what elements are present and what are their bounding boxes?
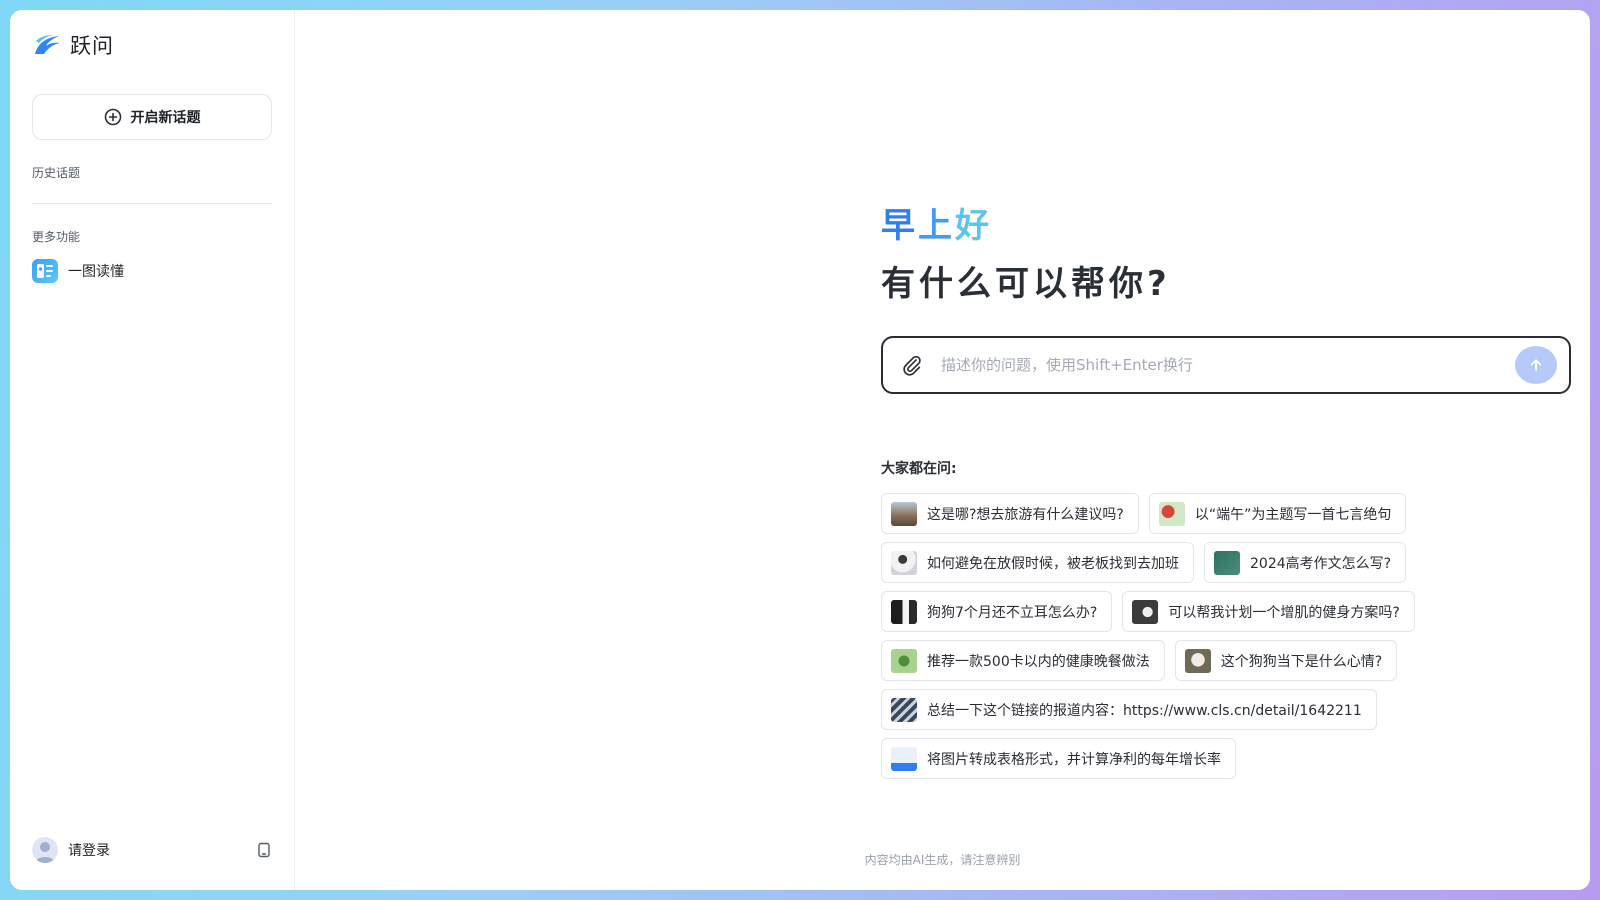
send-button[interactable] — [1515, 346, 1557, 384]
greeting-char: 早 — [881, 206, 918, 246]
sidebar: 跃问 开启新话题 历史话题 更多功能 一图读懂 请登录 — [10, 10, 295, 890]
suggestion-row: 将图片转成表格形式，并计算净利的每年增长率 — [881, 738, 1581, 779]
suggestion-list: 这是哪?想去旅游有什么建议吗? 以“端午”为主题写一首七言绝句 如何避免在放假时… — [881, 493, 1581, 787]
suggestion-chip[interactable]: 2024高考作文怎么写? — [1204, 542, 1407, 583]
suggestion-chip[interactable]: 推荐一款500卡以内的健康晚餐做法 — [881, 640, 1165, 681]
suggestion-chip[interactable]: 总结一下这个链接的报道内容：https://www.cls.cn/detail/… — [881, 689, 1377, 730]
suggestion-row: 狗狗7个月还不立耳怎么办? 可以帮我计划一个增肌的健身方案吗? — [881, 591, 1581, 632]
avatar-icon — [32, 837, 58, 863]
suggestion-chip[interactable]: 如何避免在放假时候，被老板找到去加班 — [881, 542, 1194, 583]
suggestion-text: 推荐一款500卡以内的健康晚餐做法 — [927, 653, 1150, 670]
chat-input-box — [881, 336, 1571, 394]
suggestion-row: 如何避免在放假时候，被老板找到去加班 2024高考作文怎么写? — [881, 542, 1581, 583]
suggestion-text: 这个狗狗当下是什么心情? — [1220, 653, 1383, 670]
app-name: 跃问 — [70, 34, 114, 58]
suggestion-chip[interactable]: 将图片转成表格形式，并计算净利的每年增长率 — [881, 738, 1236, 779]
mobile-device-icon[interactable] — [256, 842, 272, 858]
greeting-char: 上 — [918, 206, 955, 246]
brand: 跃问 — [32, 10, 272, 80]
suggestion-chip[interactable]: 狗狗7个月还不立耳怎么办? — [881, 591, 1113, 632]
more-features-label: 更多功能 — [32, 230, 81, 244]
app-logo-icon — [35, 35, 60, 54]
greeting-char: 好 — [955, 206, 992, 246]
landmark-thumbnail-icon — [891, 501, 917, 526]
page-subtitle: 有什么可以帮你? — [881, 264, 1171, 304]
salad-thumbnail-icon — [891, 648, 917, 673]
suggestion-chip[interactable]: 这个狗狗当下是什么心情? — [1174, 640, 1398, 681]
new-topic-label: 开启新话题 — [130, 110, 201, 126]
suggestion-text: 如何避免在放假时候，被老板找到去加班 — [927, 555, 1179, 572]
new-topic-button[interactable]: 开启新话题 — [32, 94, 272, 140]
popular-questions-label: 大家都在问: — [881, 461, 957, 477]
person-thumbnail-icon — [891, 550, 917, 575]
paperclip-icon[interactable] — [901, 354, 923, 376]
sidebar-item-image-read[interactable]: 一图读懂 — [32, 257, 272, 285]
suggestion-text: 2024高考作文怎么写? — [1250, 555, 1392, 572]
main-panel: 早上好 有什么可以帮你? 大家都在问: 这 — [295, 10, 1590, 890]
suggestion-text: 以“端午”为主题写一首七言绝句 — [1194, 506, 1392, 523]
suggestion-chip[interactable]: 这是哪?想去旅游有什么建议吗? — [881, 493, 1139, 534]
ai-disclaimer: 内容均由AI生成，请注意辨别 — [864, 853, 1021, 867]
history-section-label: 历史话题 — [32, 166, 81, 180]
sidebar-divider — [32, 203, 272, 204]
login-label: 请登录 — [68, 843, 110, 859]
chalkboard-thumbnail-icon — [1214, 550, 1240, 575]
suggestion-text: 总结一下这个链接的报道内容：https://www.cls.cn/detail/… — [927, 702, 1362, 719]
fitness-thumbnail-icon — [1132, 599, 1159, 624]
zongzi-thumbnail-icon — [1158, 501, 1185, 526]
suggestion-text: 将图片转成表格形式，并计算净利的每年增长率 — [927, 751, 1221, 768]
suggestion-chip[interactable]: 可以帮我计划一个增肌的健身方案吗? — [1122, 591, 1415, 632]
chat-input[interactable] — [941, 356, 1515, 374]
image-read-icon — [32, 259, 58, 283]
arrow-up-icon — [1530, 359, 1542, 371]
suggestion-text: 可以帮我计划一个增肌的健身方案吗? — [1168, 604, 1400, 621]
add-chat-icon — [104, 108, 121, 126]
bar-chart-thumbnail-icon — [891, 746, 917, 771]
sidebar-item-label: 一图读懂 — [68, 264, 124, 280]
app-window: 跃问 开启新话题 历史话题 更多功能 一图读懂 请登录 早上好 有什么可以帮你?… — [10, 10, 1590, 890]
suggestion-text: 这是哪?想去旅游有什么建议吗? — [927, 506, 1124, 523]
login-bar: 请登录 — [32, 836, 272, 864]
suggestion-row: 这是哪?想去旅游有什么建议吗? 以“端午”为主题写一首七言绝句 — [881, 493, 1581, 534]
suggestion-text: 狗狗7个月还不立耳怎么办? — [927, 604, 1098, 621]
suggestion-row: 推荐一款500卡以内的健康晚餐做法 这个狗狗当下是什么心情? — [881, 640, 1581, 681]
greeting-title: 早上好 — [881, 198, 992, 247]
dog-thumbnail-icon — [891, 599, 917, 624]
login-button[interactable]: 请登录 — [32, 837, 110, 863]
puppy-thumbnail-icon — [1184, 648, 1211, 673]
news-link-thumbnail-icon — [891, 697, 917, 722]
suggestion-chip[interactable]: 以“端午”为主题写一首七言绝句 — [1148, 493, 1407, 534]
suggestion-row: 总结一下这个链接的报道内容：https://www.cls.cn/detail/… — [881, 689, 1581, 730]
